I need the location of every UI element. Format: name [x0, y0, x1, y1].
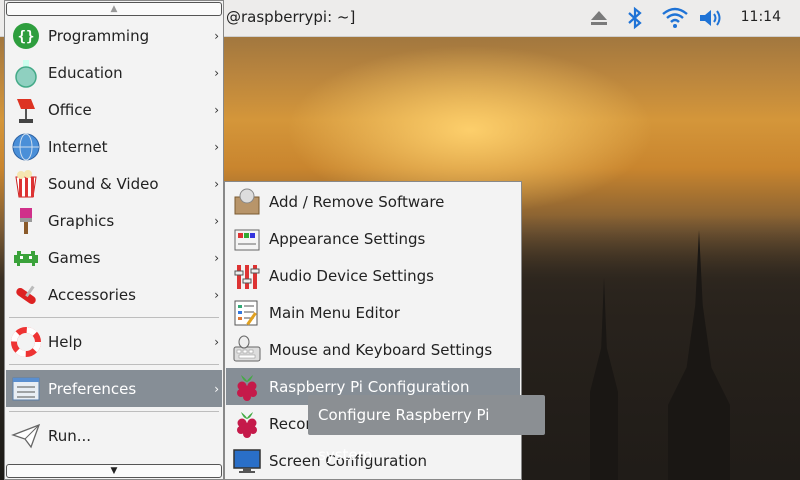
- bluetooth-icon[interactable]: [625, 6, 645, 34]
- chevron-right-icon: ›: [214, 250, 219, 265]
- appearance-icon: [231, 223, 263, 255]
- menu-item-help[interactable]: Help ›: [6, 323, 222, 360]
- menu-item-label: Accessories: [48, 285, 136, 304]
- menu-item-accessories[interactable]: Accessories ›: [6, 276, 222, 313]
- menu-item-games[interactable]: Games ›: [6, 239, 222, 276]
- menu-item-label: Preferences: [48, 379, 137, 398]
- audio-sliders-icon: [231, 260, 263, 292]
- menu-separator: [9, 364, 219, 365]
- chevron-right-icon: ›: [214, 102, 219, 117]
- submenu-item-label: Audio Device Settings: [269, 266, 434, 285]
- preferences-icon: [10, 373, 42, 405]
- menu-item-run[interactable]: Run...: [6, 417, 222, 454]
- menu-scroll-down-button[interactable]: ▼: [6, 464, 222, 478]
- svg-text:{}: {}: [18, 29, 35, 45]
- programming-icon: {}: [10, 20, 42, 52]
- menu-item-label: Programming: [48, 26, 150, 45]
- menu-scroll-up-button[interactable]: ▲: [6, 2, 222, 16]
- submenu-item-label: Raspberry Pi Configuration: [269, 377, 470, 396]
- chevron-right-icon: ›: [214, 65, 219, 80]
- space-invader-icon: [10, 242, 42, 274]
- eject-icon[interactable]: [589, 6, 609, 34]
- preferences-submenu: Add / Remove Software Appearance Setting…: [224, 181, 522, 480]
- monitor-icon: [231, 445, 263, 477]
- volume-icon[interactable]: [698, 6, 724, 34]
- menu-item-education[interactable]: Education ›: [6, 54, 222, 91]
- submenu-item-screen-configuration[interactable]: Screen Configuration: [226, 442, 520, 479]
- globe-icon: [10, 131, 42, 163]
- submenu-item-add-remove-software[interactable]: Add / Remove Software: [226, 183, 520, 220]
- menu-item-sound-video[interactable]: Sound & Video ›: [6, 165, 222, 202]
- main-menu: ▲ {} Programming › Education › Office › …: [4, 0, 224, 480]
- raspberry-icon: [231, 408, 263, 440]
- submenu-item-label: Mouse and Keyboard Settings: [269, 340, 493, 359]
- menu-item-label: Help: [48, 332, 83, 351]
- chevron-right-icon: ›: [214, 213, 219, 228]
- menu-item-graphics[interactable]: Graphics ›: [6, 202, 222, 239]
- menu-item-office[interactable]: Office ›: [6, 91, 222, 128]
- menu-separator: [9, 411, 219, 412]
- menu-item-label: Sound & Video: [48, 174, 159, 193]
- clock[interactable]: 11:14: [741, 9, 781, 25]
- keyboard-mouse-icon: [231, 334, 263, 366]
- tooltip: Configure Raspberry Pi system: [308, 395, 545, 464]
- submenu-item-appearance-settings[interactable]: Appearance Settings: [226, 220, 520, 257]
- swiss-knife-icon: [10, 279, 42, 311]
- menu-item-programming[interactable]: {} Programming ›: [6, 17, 222, 54]
- submenu-item-label: Appearance Settings: [269, 229, 426, 248]
- paintbrush-icon: [10, 205, 42, 237]
- chevron-right-icon: ›: [214, 176, 219, 191]
- submenu-item-audio-device-settings[interactable]: Audio Device Settings: [226, 257, 520, 294]
- menu-item-label: Office: [48, 100, 92, 119]
- submenu-item-label: Main Menu Editor: [269, 303, 400, 322]
- chevron-right-icon: ›: [214, 28, 219, 43]
- chevron-up-icon: ▲: [110, 4, 118, 14]
- education-flask-icon: [10, 57, 42, 89]
- menu-item-label: Graphics: [48, 211, 115, 230]
- raspberry-icon: [231, 371, 263, 403]
- menu-item-label: Run...: [48, 426, 92, 445]
- window-title[interactable]: @raspberrypi: ~]: [226, 8, 355, 26]
- chevron-right-icon: ›: [214, 381, 219, 396]
- popcorn-icon: [10, 168, 42, 200]
- menu-item-label: Internet: [48, 137, 108, 156]
- paper-plane-icon: [10, 420, 42, 452]
- wifi-icon[interactable]: [661, 6, 689, 34]
- submenu-item-mouse-keyboard-settings[interactable]: Mouse and Keyboard Settings: [226, 331, 520, 368]
- submenu-item-main-menu-editor[interactable]: Main Menu Editor: [226, 294, 520, 331]
- lifebuoy-icon: [10, 326, 42, 358]
- menu-separator: [9, 317, 219, 318]
- menu-editor-icon: [231, 297, 263, 329]
- menu-item-label: Education: [48, 63, 123, 82]
- chevron-right-icon: ›: [214, 334, 219, 349]
- menu-item-preferences[interactable]: Preferences ›: [6, 370, 222, 407]
- submenu-item-label: Add / Remove Software: [269, 192, 445, 211]
- chevron-right-icon: ›: [214, 139, 219, 154]
- chevron-right-icon: ›: [214, 287, 219, 302]
- office-lamp-icon: [10, 94, 42, 126]
- package-icon: [231, 186, 263, 218]
- chevron-down-icon: ▼: [110, 466, 118, 476]
- menu-item-label: Games: [48, 248, 101, 267]
- menu-item-internet[interactable]: Internet ›: [6, 128, 222, 165]
